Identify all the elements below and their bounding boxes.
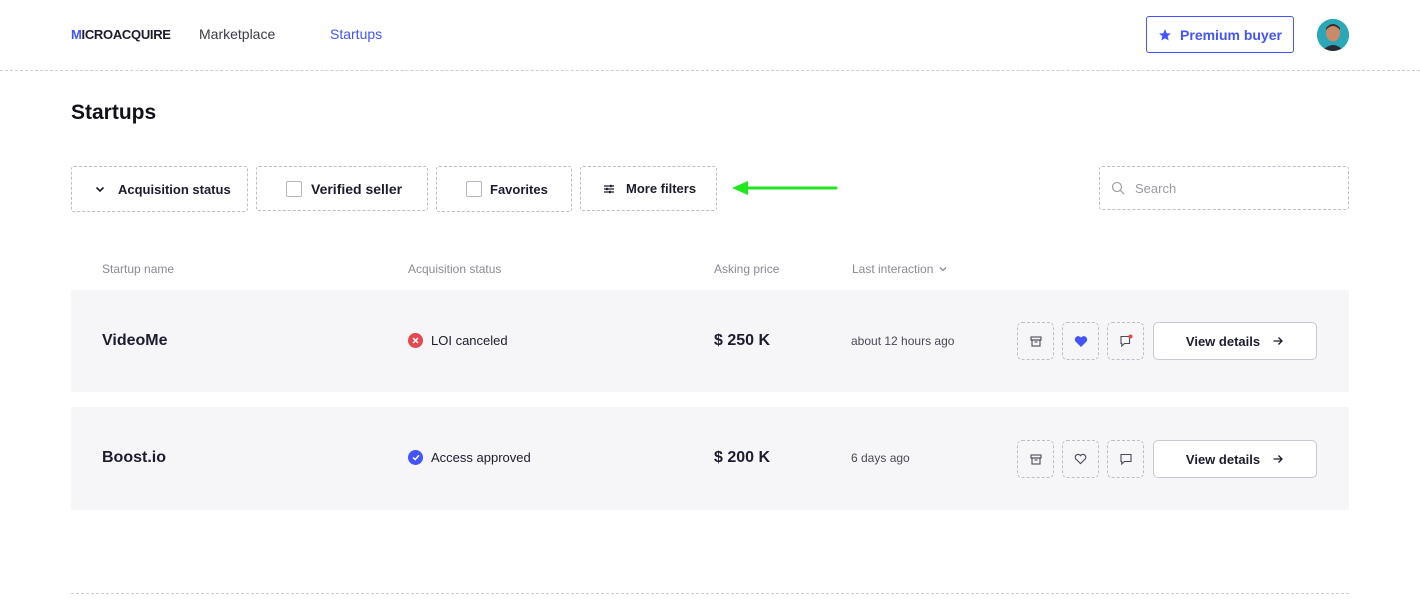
favorite-button[interactable]	[1062, 440, 1099, 478]
table-row: VideoMe LOI canceled $ 250 K about 12 ho…	[71, 290, 1349, 392]
chevron-down-icon	[939, 267, 947, 272]
view-details-label: View details	[1185, 451, 1261, 467]
column-header-last-interaction[interactable]: Last interaction	[852, 262, 948, 276]
sliders-icon	[604, 184, 614, 193]
last-interaction: about 12 hours ago	[851, 334, 955, 348]
search-icon	[1111, 181, 1125, 195]
acquisition-status-label: Access approved	[431, 450, 531, 465]
verified-seller-label: Verified seller	[311, 180, 403, 197]
acquisition-status: LOI canceled	[408, 333, 508, 348]
favorites-label: Favorites	[490, 181, 548, 197]
premium-buyer-label: Premium buyer	[1180, 26, 1282, 43]
logo[interactable]: MICROACQUIRE	[71, 27, 171, 42]
acquisition-status-filter-label: Acquisition status	[118, 181, 231, 197]
more-filters-button[interactable]: More filters	[580, 166, 717, 211]
column-header-acquisition-status: Acquisition status	[408, 262, 502, 276]
startup-name: Boost.io	[102, 449, 166, 466]
nav-marketplace[interactable]: Marketplace	[199, 26, 275, 42]
heart-outline-icon	[1074, 453, 1087, 465]
favorite-button[interactable]	[1062, 322, 1099, 360]
archive-icon	[1029, 336, 1042, 347]
arrow-right-icon	[1273, 455, 1284, 463]
arrow-right-icon	[1273, 337, 1284, 345]
archive-button[interactable]	[1017, 322, 1054, 360]
column-header-last-interaction-label: Last interaction	[852, 262, 934, 276]
startup-name: VideoMe	[102, 332, 168, 349]
asking-price: $ 250 K	[714, 332, 771, 349]
x-circle-icon	[408, 333, 423, 348]
heart-filled-icon	[1074, 335, 1087, 347]
message-button[interactable]	[1107, 440, 1144, 478]
archive-button[interactable]	[1017, 440, 1054, 478]
avatar[interactable]	[1317, 19, 1349, 51]
favorites-checkbox[interactable]	[466, 181, 482, 197]
top-bar: MICROACQUIRE Marketplace Startups Premiu…	[0, 0, 1420, 71]
avatar-photo	[1317, 19, 1349, 51]
footer-divider	[71, 593, 1349, 594]
message-icon	[1119, 453, 1132, 466]
acquisition-status: Access approved	[408, 450, 531, 465]
archive-icon	[1029, 454, 1042, 465]
column-header-startup-name: Startup name	[102, 262, 175, 276]
verified-seller-filter[interactable]: Verified seller	[256, 166, 428, 211]
message-button[interactable]	[1107, 322, 1144, 360]
view-details-label: View details	[1185, 333, 1261, 349]
asking-price: $ 200 K	[714, 449, 771, 466]
message-icon	[1119, 334, 1132, 348]
check-circle-icon	[408, 450, 423, 465]
search-box[interactable]: Search	[1099, 166, 1349, 210]
star-icon	[1159, 28, 1171, 40]
column-header-asking-price: Asking price	[714, 262, 780, 276]
view-details-button[interactable]: View details	[1153, 440, 1317, 478]
annotation-arrow-icon	[732, 181, 838, 195]
last-interaction: 6 days ago	[851, 451, 910, 465]
table-row: Boost.io Access approved $ 200 K 6 days …	[71, 407, 1349, 510]
favorites-filter[interactable]: Favorites	[436, 166, 572, 212]
verified-seller-checkbox[interactable]	[286, 180, 302, 197]
page-title: Startups	[71, 101, 157, 124]
chevron-down-icon	[95, 186, 105, 193]
acquisition-status-label: LOI canceled	[431, 333, 508, 348]
search-input[interactable]: Search	[1135, 181, 1176, 196]
view-details-button[interactable]: View details	[1153, 322, 1317, 360]
more-filters-label: More filters	[626, 181, 697, 196]
acquisition-status-filter[interactable]: Acquisition status	[71, 166, 248, 212]
premium-buyer-button[interactable]: Premium buyer	[1146, 16, 1294, 53]
nav-startups[interactable]: Startups	[330, 26, 382, 42]
